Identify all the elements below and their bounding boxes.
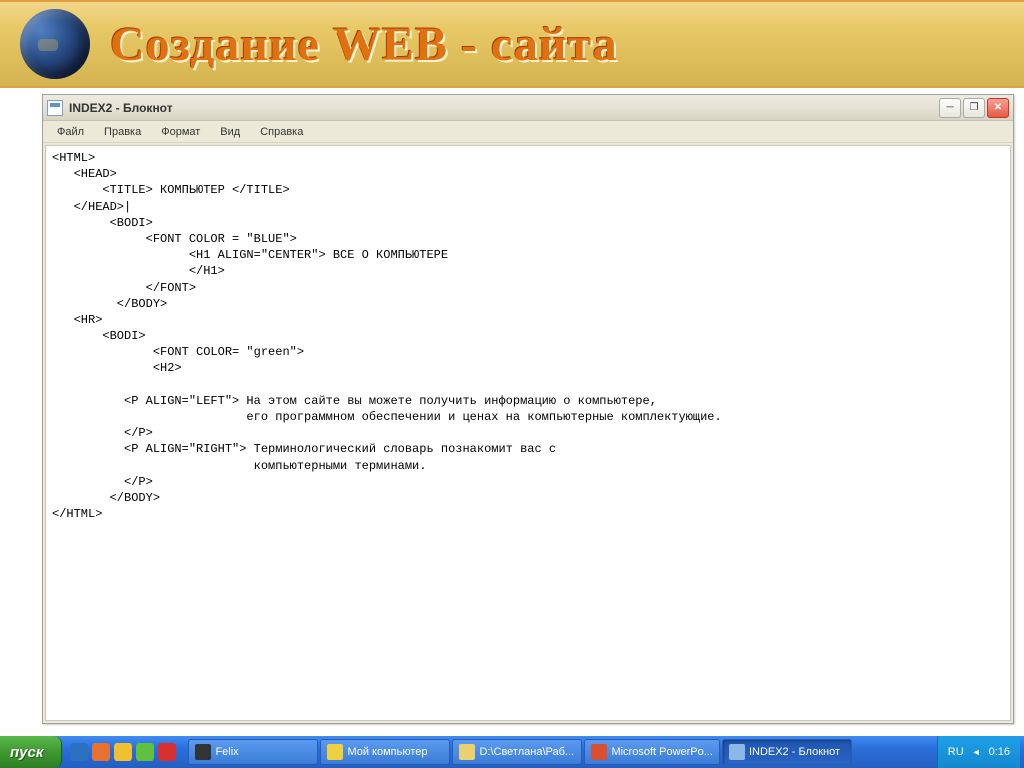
menu-file[interactable]: Файл (47, 123, 94, 141)
taskbar-item-label: Мой компьютер (347, 746, 427, 758)
tray-arrow-icon[interactable]: ◄ (972, 747, 981, 757)
editor-textarea[interactable]: <HTML> <HEAD> <TITLE> КОМПЬЮТЕР </TITLE>… (45, 145, 1011, 721)
task-items: Felix Мой компьютер D:\Светлана\Раб... Micr… (184, 736, 936, 768)
quick-launch-icon[interactable] (92, 743, 110, 761)
notepad-window: INDEX2 - Блокнот ─ ❐ ✕ Файл Правка Форма… (42, 94, 1014, 724)
quick-launch (62, 743, 184, 761)
app-icon (459, 744, 475, 760)
tray-clock[interactable]: 0:16 (989, 746, 1010, 758)
globe-icon (20, 9, 90, 79)
system-tray[interactable]: RU ◄ 0:16 (937, 736, 1020, 768)
menu-view[interactable]: Вид (210, 123, 250, 141)
taskbar-item-label: Felix (215, 746, 238, 758)
taskbar-item[interactable]: Мой компьютер (320, 739, 450, 765)
minimize-button[interactable]: ─ (939, 98, 961, 118)
quick-launch-icon[interactable] (114, 743, 132, 761)
app-icon (327, 744, 343, 760)
window-titlebar[interactable]: INDEX2 - Блокнот ─ ❐ ✕ (43, 95, 1013, 121)
window-title: INDEX2 - Блокнот (69, 101, 939, 115)
app-icon (591, 744, 607, 760)
slide-header: Создание WEB - сайта (0, 0, 1024, 88)
app-icon (729, 744, 745, 760)
taskbar-item[interactable]: Felix (188, 739, 318, 765)
close-button[interactable]: ✕ (987, 98, 1009, 118)
notepad-icon (47, 100, 63, 116)
quick-launch-icon[interactable] (136, 743, 154, 761)
taskbar-item[interactable]: Microsoft PowerPo... (584, 739, 719, 765)
maximize-button[interactable]: ❐ (963, 98, 985, 118)
menu-format[interactable]: Формат (151, 123, 210, 141)
menu-help[interactable]: Справка (250, 123, 313, 141)
taskbar: пуск Felix Мой компьютер D:\Светлана\Раб..… (0, 736, 1024, 768)
taskbar-item[interactable]: D:\Светлана\Раб... (452, 739, 582, 765)
menu-edit[interactable]: Правка (94, 123, 151, 141)
taskbar-item-label: Microsoft PowerPo... (611, 746, 712, 758)
taskbar-item-label: D:\Светлана\Раб... (479, 746, 574, 758)
quick-launch-icon[interactable] (70, 743, 88, 761)
taskbar-item-label: INDEX2 - Блокнот (749, 746, 840, 758)
taskbar-item[interactable]: INDEX2 - Блокнот (722, 739, 852, 765)
start-button[interactable]: пуск (0, 736, 62, 768)
start-label: пуск (10, 744, 43, 761)
menu-bar: Файл Правка Формат Вид Справка (43, 121, 1013, 143)
tray-lang[interactable]: RU (948, 746, 964, 758)
slide-title: Создание WEB - сайта (110, 17, 618, 72)
quick-launch-icon[interactable] (158, 743, 176, 761)
app-icon (195, 744, 211, 760)
